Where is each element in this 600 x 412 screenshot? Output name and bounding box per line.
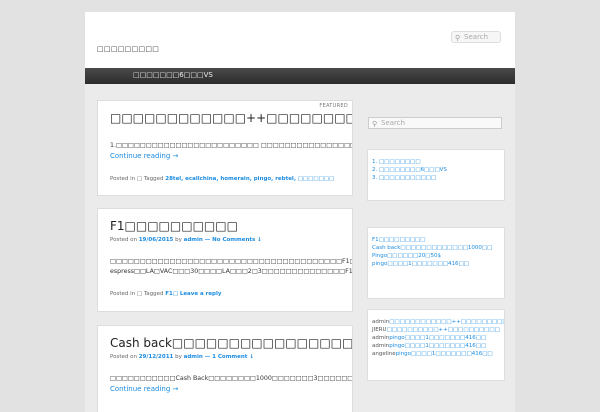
search-icon: ⚲ <box>372 120 378 128</box>
comment-link[interactable]: pingo□□□□1□□□□□□□416□□ <box>389 335 486 341</box>
featured-label: FEATURED <box>319 103 348 109</box>
sidebar-widget-posts: F1□□□□□□□□□ Cash back□□□□□□□□□□□□□1000□□… <box>367 227 505 299</box>
comment-author: admin <box>372 335 390 341</box>
search-icon: ⚲ <box>455 34 461 42</box>
sidebar-widget-recent: 1. □□□□□□□□ 2. □□□□□□□□6□□□VS 3. □□□□□□□… <box>367 149 505 201</box>
posted-in-label: Posted in □ <box>110 176 143 182</box>
widget-link[interactable]: F1□□□□□□□□□ <box>372 236 492 244</box>
site-header: □□□□□□□□□ ⚲ Search <box>85 12 515 68</box>
comment-item: admin□□□□□□□□□□□□++□□□□□□□□□□ <box>372 318 504 326</box>
comments-link[interactable]: — No Comments ↓ <box>203 237 262 243</box>
post-excerpt: □□□□□□□□□□□Cash Back□□□□□□□□1000□□□□□□□3… <box>110 375 353 382</box>
comment-item: adminpingo□□□□1□□□□□□□416□□ <box>372 334 504 342</box>
comment-item: JIERU□□□□□□□□□□++□□□□□□□□□□ <box>372 326 504 334</box>
post-excerpt: 1.□□□□□□□□□□□□□□□□□□□□□□□□ □□□□□□□□□□□□□… <box>110 142 352 149</box>
sidebar-widget-comments: admin□□□□□□□□□□□□++□□□□□□□□□□ JIERU□□□□□… <box>367 309 505 381</box>
comment-author: JIERU <box>372 327 387 333</box>
continue-reading-link[interactable]: Continue reading → <box>110 385 178 393</box>
post-author[interactable]: admin <box>184 237 203 243</box>
post: Cash back□□□□□□□□□□□□□□□□1000□□ Posted o… <box>97 325 353 412</box>
post-title[interactable]: □□□□□□□□□□□□++□□□□□□□□□□□ <box>110 111 352 125</box>
comment-link[interactable]: pingo□□□□1□□□□□□□416□□ <box>389 343 486 349</box>
sidebar-search-input[interactable]: ⚲ Search <box>368 117 502 129</box>
post-tags[interactable]: F1□ <box>165 291 178 297</box>
posted-on-label: Posted on <box>110 237 139 243</box>
tagged-label: Tagged <box>143 176 166 182</box>
comment-author: angeline <box>372 351 396 357</box>
post-featured: FEATURED □□□□□□□□□□□□++□□□□□□□□□□□ 1.□□□… <box>97 100 353 196</box>
posted-on-label: Posted on <box>110 354 139 360</box>
widget-list: F1□□□□□□□□□ Cash back□□□□□□□□□□□□□1000□□… <box>372 236 492 268</box>
post: F1□□□□□□□□□□ Posted on 19/06/2015 by adm… <box>97 208 353 312</box>
comments-link[interactable]: — 1 Comment ↓ <box>203 354 254 360</box>
comment-link[interactable]: □□□□□□□□□□++□□□□□□□□□□ <box>387 327 500 333</box>
page: □□□□□□□□□ ⚲ Search □□□□□□□6□□□VS FEATURE… <box>85 12 515 412</box>
post-body-line: □□□□□□□□□□□□□□□□□□□□□□□□□□□□□□□□□□□□□□□F… <box>110 258 352 265</box>
comment-item: angelinepingo□□□□1□□□□□□□416□□ <box>372 350 504 358</box>
nav-item[interactable]: □□□□□□□6□□□VS <box>133 71 213 79</box>
post-tags[interactable]: 28tel, ecallchina, homerain, pingo, rebt… <box>165 176 334 182</box>
widget-link[interactable]: Cash back□□□□□□□□□□□□□1000□□ <box>372 244 492 252</box>
continue-reading-link[interactable]: Continue reading → <box>110 152 178 160</box>
by-label: by <box>173 237 184 243</box>
comment-author: admin <box>372 343 390 349</box>
sidebar-search-placeholder: Search <box>381 119 406 127</box>
comment-link[interactable]: □□□□□□□□□□□□++□□□□□□□□□□ <box>389 319 504 325</box>
post-author[interactable]: admin <box>184 354 203 360</box>
header-search-placeholder: Search <box>464 33 489 41</box>
by-label: by <box>173 354 184 360</box>
post-date[interactable]: 19/06/2015 <box>139 237 174 243</box>
comment-author: admin <box>372 319 390 325</box>
site-title[interactable]: □□□□□□□□□ <box>97 45 159 53</box>
post-body-line: espress□□LA□VAC□□□30□□□□LA□□□2□3□□□□□□□□… <box>110 268 353 275</box>
post-title[interactable]: F1□□□□□□□□□□ <box>110 219 238 233</box>
widget-link[interactable]: Pingo□□□□□□20□50$ <box>372 252 492 260</box>
widget-list: 1. □□□□□□□□ 2. □□□□□□□□6□□□VS 3. □□□□□□□… <box>372 158 447 182</box>
post-footer: Posted in □ Tagged F1□ Leave a reply <box>110 291 221 297</box>
posted-in-label: Posted in □ <box>110 291 143 297</box>
widget-link[interactable]: 3. □□□□□□□□□□□ <box>372 174 447 182</box>
widget-link[interactable]: 2. □□□□□□□□6□□□VS <box>372 166 447 174</box>
main-nav: □□□□□□□6□□□VS <box>85 68 515 84</box>
post-date[interactable]: 29/12/2011 <box>139 354 174 360</box>
post-footer: Posted in □ Tagged 28tel, ecallchina, ho… <box>110 176 334 182</box>
post-meta: Posted on 29/12/2011 by admin — 1 Commen… <box>110 354 254 360</box>
comment-link[interactable]: pingo□□□□1□□□□□□□416□□ <box>396 351 493 357</box>
comment-item: adminpingo□□□□1□□□□□□□416□□ <box>372 342 504 350</box>
header-search-input[interactable]: ⚲ Search <box>451 31 501 43</box>
widget-link[interactable]: pingo□□□□1□□□□□□□416□□ <box>372 260 492 268</box>
widget-link[interactable]: 1. □□□□□□□□ <box>372 158 447 166</box>
tagged-label: Tagged <box>143 291 166 297</box>
post-title[interactable]: Cash back□□□□□□□□□□□□□□□□1000□□ <box>110 336 352 350</box>
post-meta: Posted on 19/06/2015 by admin — No Comme… <box>110 237 262 243</box>
widget-list: admin□□□□□□□□□□□□++□□□□□□□□□□ JIERU□□□□□… <box>372 318 504 358</box>
leave-reply-link[interactable]: Leave a reply <box>180 291 222 297</box>
